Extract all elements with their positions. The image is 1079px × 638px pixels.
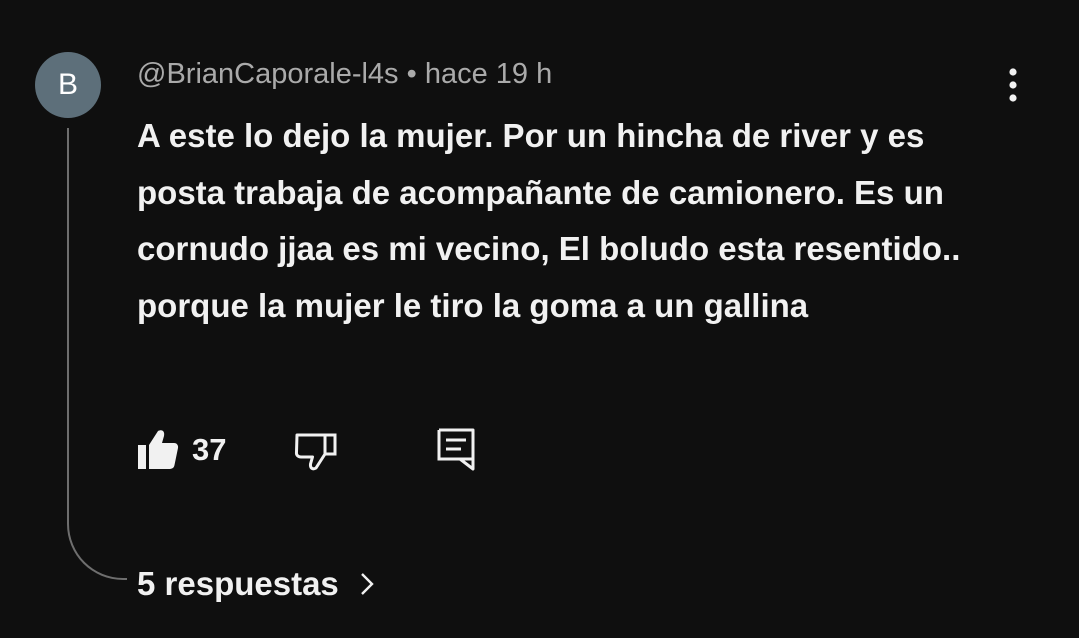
thumbs-up-icon [138, 430, 179, 469]
avatar[interactable]: B [35, 52, 101, 118]
thread-line [67, 128, 127, 580]
timestamp: hace 19 h [424, 58, 553, 90]
more-vert-icon [1009, 68, 1017, 102]
header-separator: • [406, 58, 417, 90]
comment-header: @BrianCaporale-l4s • hace 19 h [137, 58, 552, 91]
thumbs-down-icon [294, 433, 337, 471]
author-name[interactable]: @BrianCaporale-l4s [137, 58, 399, 90]
view-replies-button[interactable]: 5 respuestas [137, 565, 375, 603]
comment-text: A este lo dejo la mujer. Por un hincha d… [137, 117, 961, 324]
chevron-right-icon [360, 573, 374, 595]
dislike-button[interactable] [294, 430, 338, 472]
more-options-button[interactable] [993, 62, 1033, 108]
like-button[interactable] [137, 428, 179, 472]
reply-button[interactable] [436, 427, 478, 471]
comment-reply-icon [437, 428, 475, 471]
replies-label: 5 respuestas [137, 565, 339, 602]
like-count: 37 [192, 432, 227, 467]
